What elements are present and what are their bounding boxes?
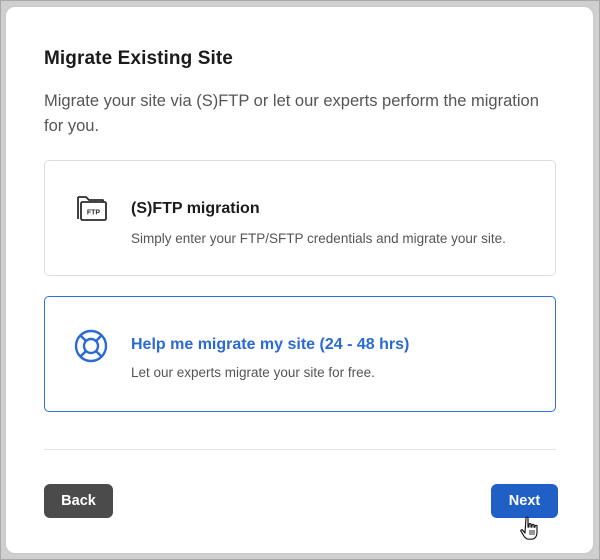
ftp-icon-label: FTP [87, 210, 101, 217]
option-help-description: Let our experts migrate your site for fr… [131, 365, 375, 380]
option-help-title: Help me migrate my site (24 - 48 hrs) [131, 336, 410, 353]
next-button[interactable]: Next [491, 484, 558, 518]
dialog-title: Migrate Existing Site [44, 48, 233, 69]
footer-divider [44, 449, 556, 450]
dialog-subtitle: Migrate your site via (S)FTP or let our … [44, 92, 539, 135]
lifebuoy-icon [74, 329, 108, 363]
hand-pointer-cursor-icon [520, 516, 538, 540]
screenshot-frame: Migrate Existing Site Migrate your site … [0, 0, 600, 560]
option-sftp-migration[interactable]: FTP (S)FTP migration Simply enter your F… [44, 160, 556, 276]
back-button[interactable]: Back [44, 484, 113, 518]
option-help-me-migrate[interactable]: Help me migrate my site (24 - 48 hrs) Le… [44, 296, 556, 412]
option-sftp-description: Simply enter your FTP/SFTP credentials a… [131, 231, 506, 246]
option-sftp-title: (S)FTP migration [131, 200, 260, 217]
ftp-folder-icon: FTP [77, 196, 107, 221]
migrate-dialog: Migrate Existing Site Migrate your site … [6, 7, 593, 553]
